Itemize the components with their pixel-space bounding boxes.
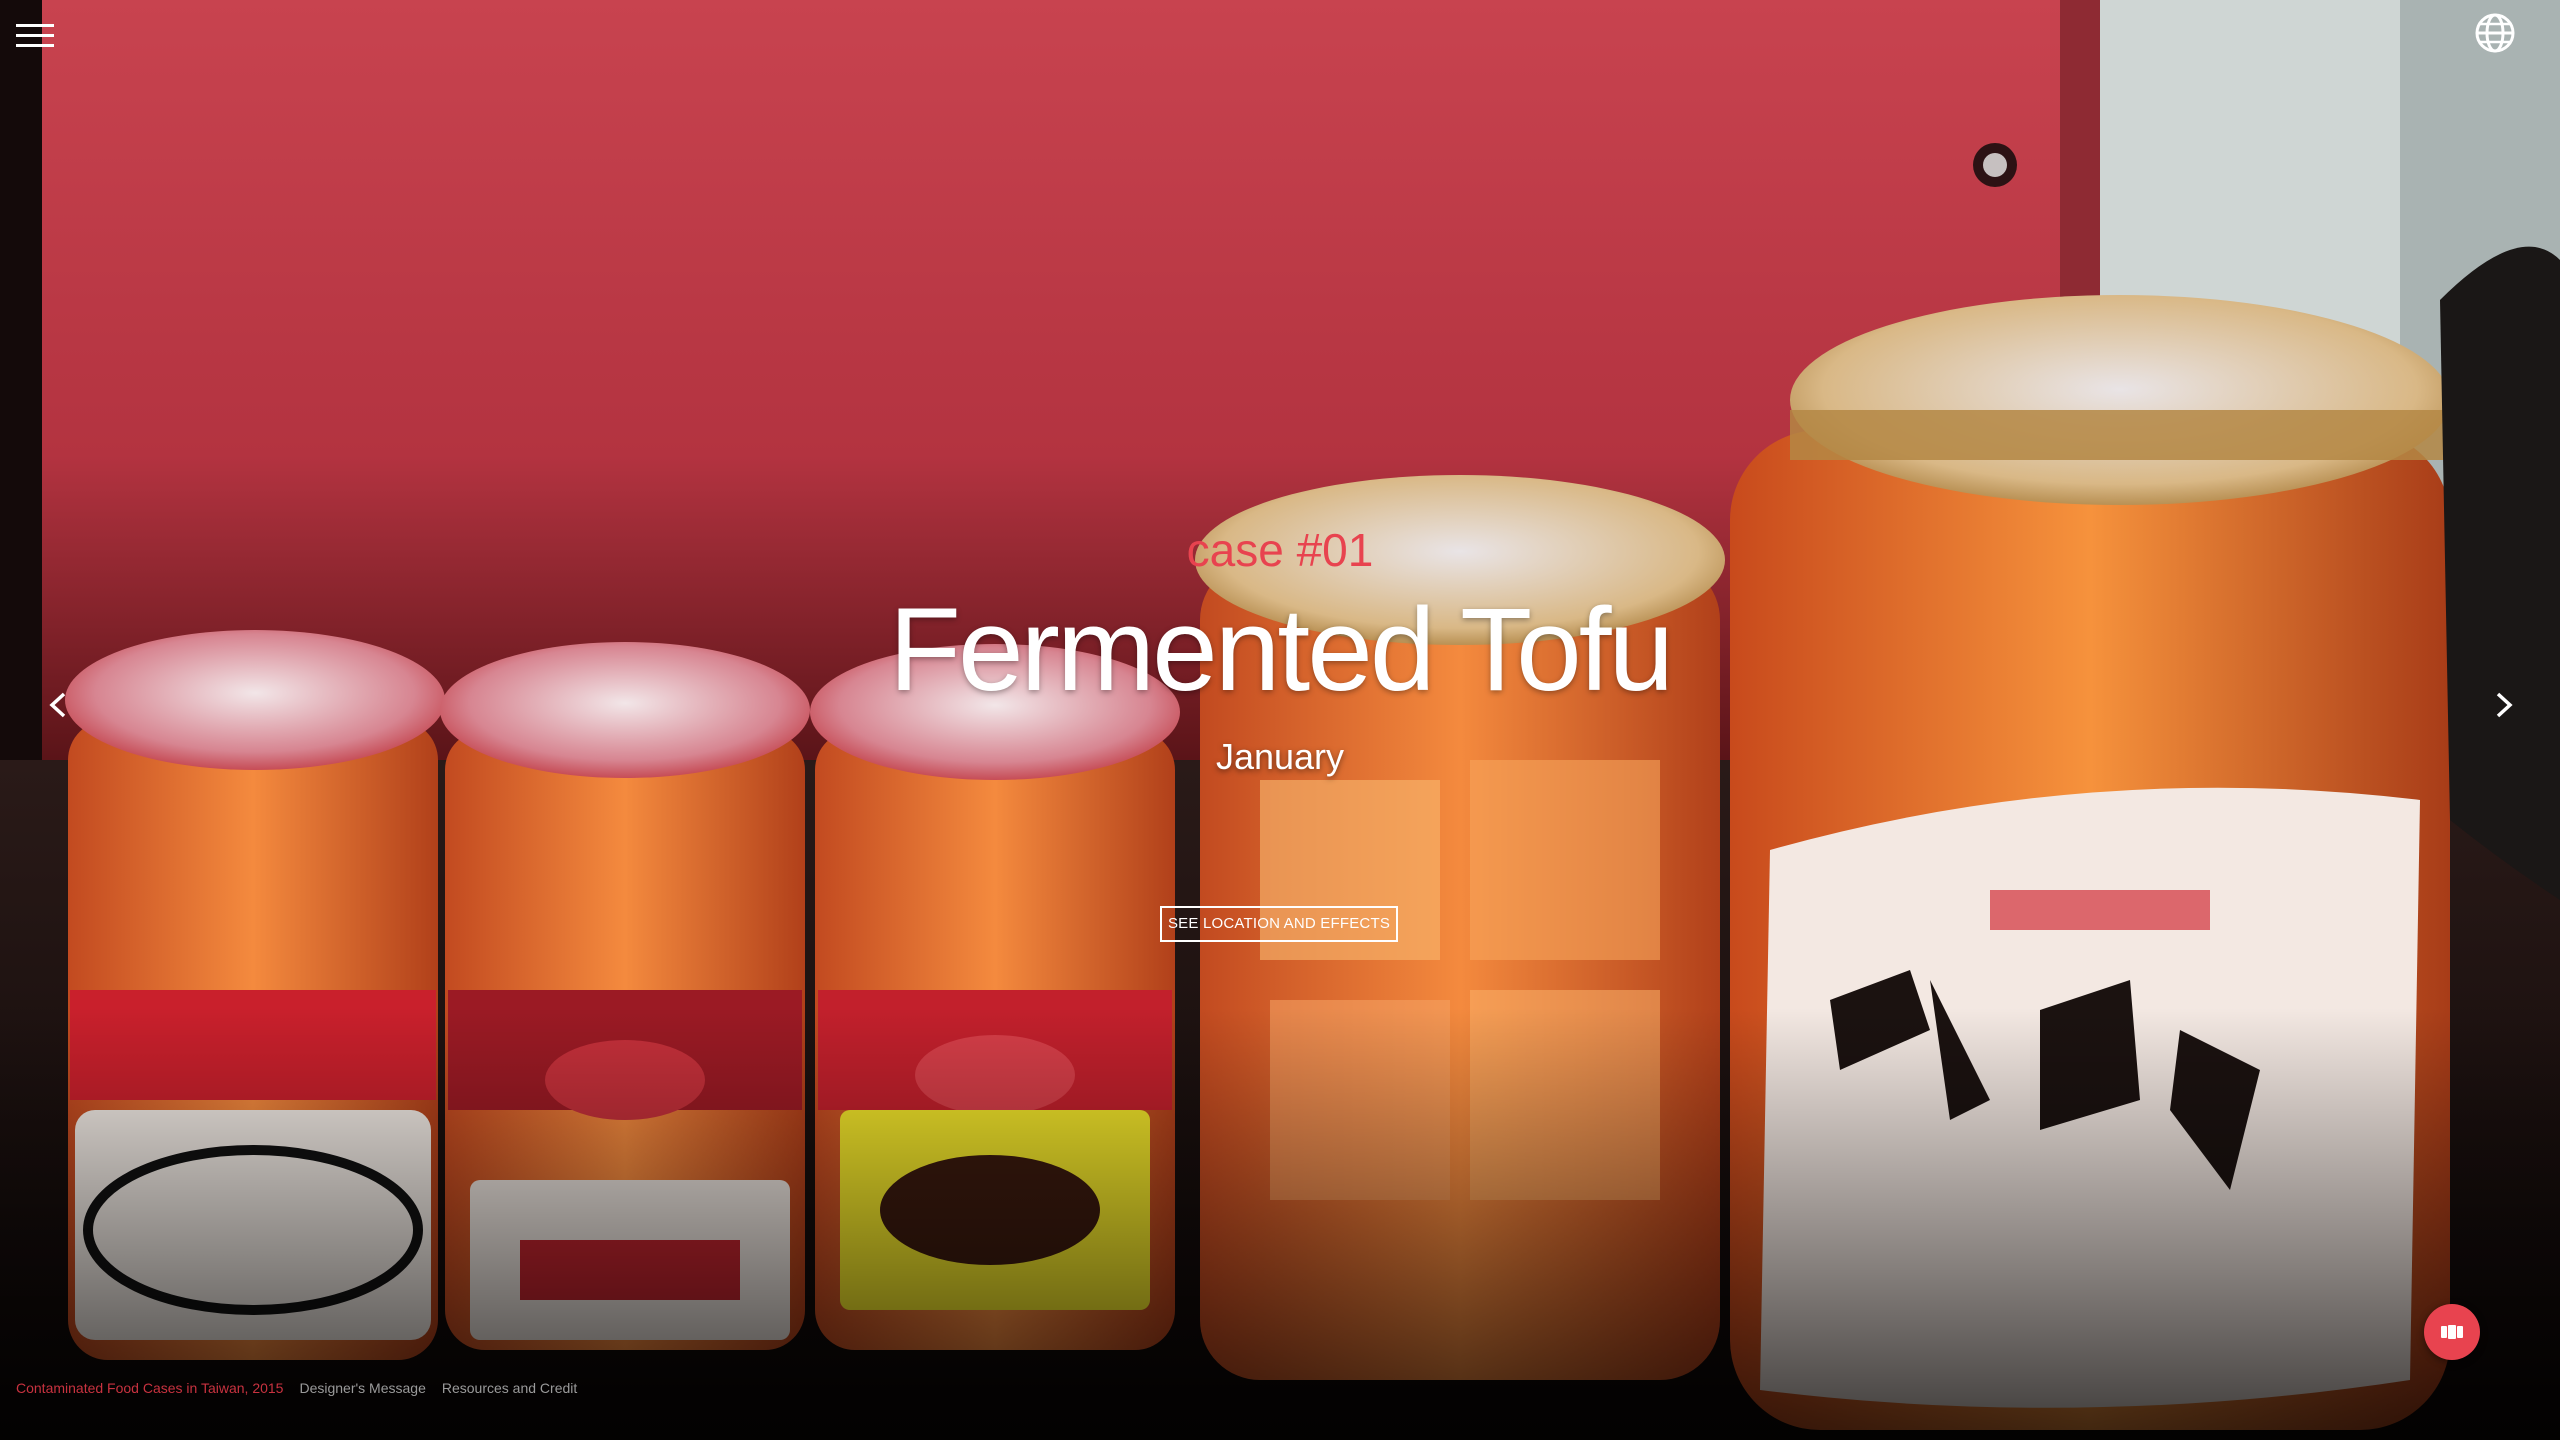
hero-title: Fermented Tofu (888, 584, 1674, 716)
video-fab-button[interactable] (2424, 1304, 2480, 1360)
hero-section: case #01 Fermented Tofu January (780, 520, 1780, 782)
footer-link-designers-message[interactable]: Designer's Message (299, 1380, 425, 1396)
globe-icon[interactable] (2472, 10, 2518, 56)
case-label: case #01 (1186, 524, 1374, 576)
app-stage: case #01 Fermented Tofu January SEE LOCA… (0, 0, 2560, 1440)
hamburger-menu-icon[interactable] (14, 18, 58, 54)
footer-link-resources-credit[interactable]: Resources and Credit (442, 1380, 577, 1396)
see-location-effects-button[interactable]: SEE LOCATION AND EFFECTS (1160, 906, 1398, 942)
footer-link-cases[interactable]: Contaminated Food Cases in Taiwan, 2015 (16, 1380, 283, 1396)
chevron-left-icon[interactable] (38, 680, 78, 730)
footer-links: Contaminated Food Cases in Taiwan, 2015 … (16, 1380, 577, 1396)
chevron-right-icon[interactable] (2484, 680, 2524, 730)
video-icon (2441, 1325, 2463, 1339)
hero-month: January (1215, 736, 1345, 777)
